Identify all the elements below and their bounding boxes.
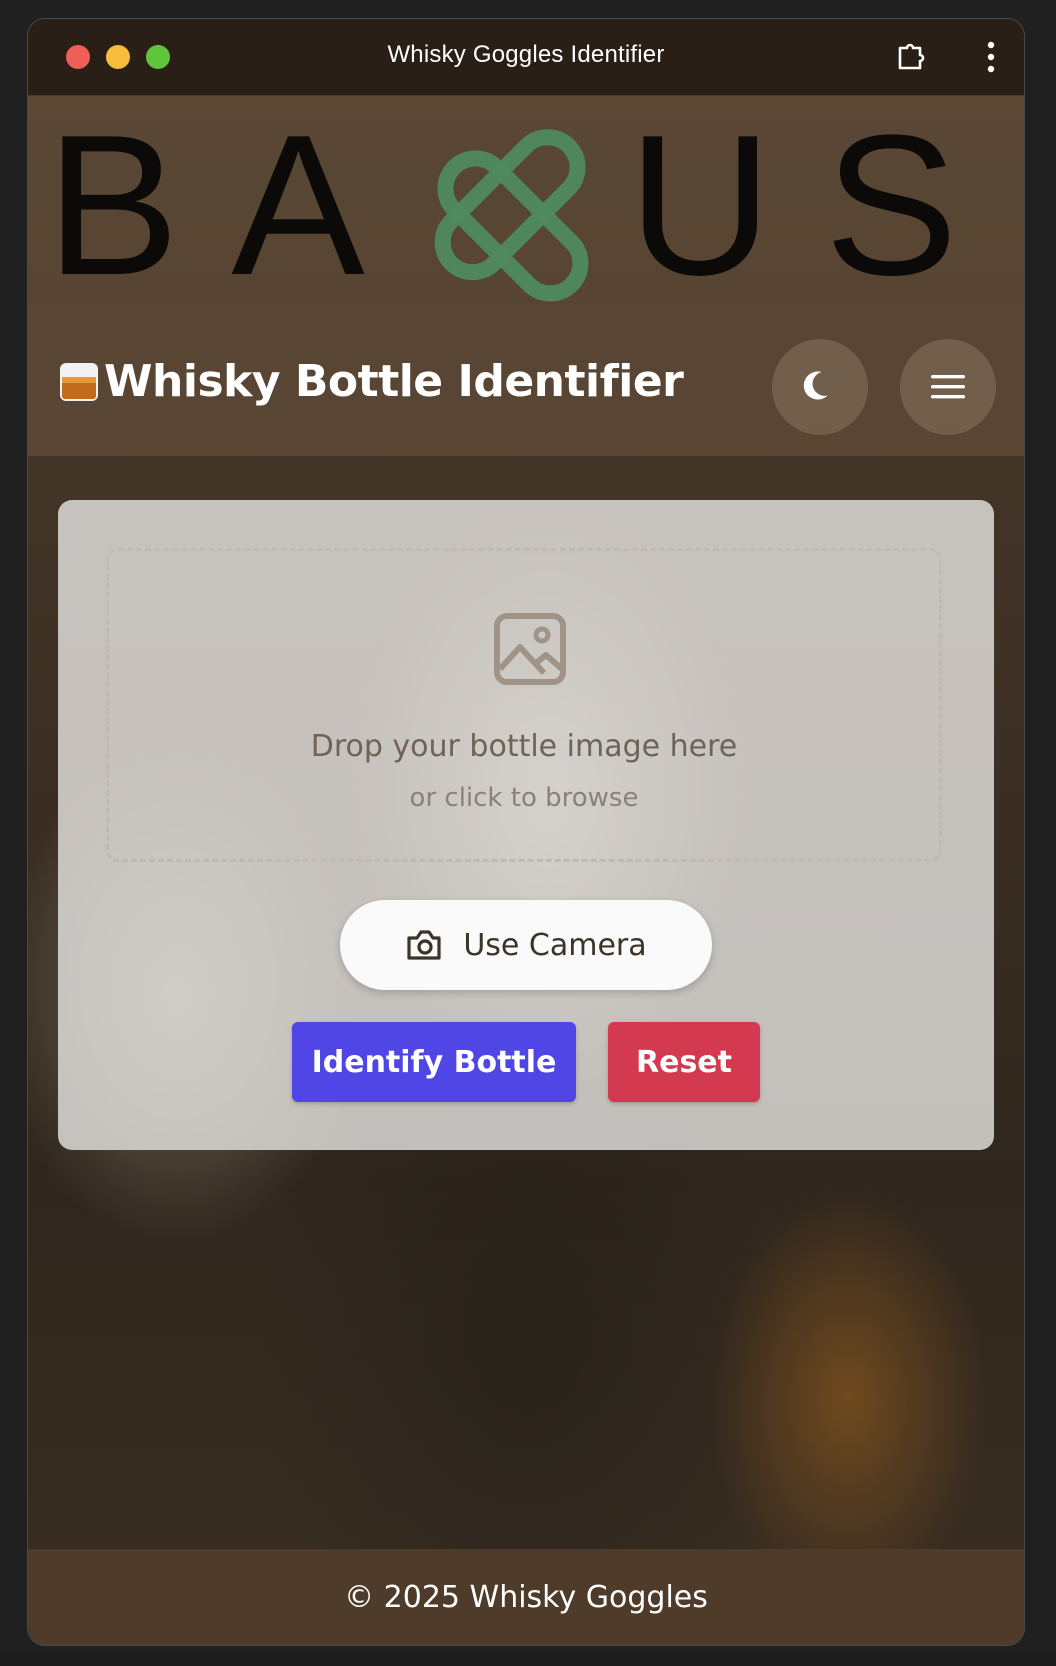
- page-background: BA US Whisky Bottle Identifier Drop your…: [28, 96, 1024, 1645]
- reset-button[interactable]: Reset: [608, 1022, 760, 1102]
- window-titlebar: Whisky Goggles Identifier: [28, 19, 1024, 96]
- dropzone-title: Drop your bottle image here: [310, 729, 738, 764]
- use-camera-button[interactable]: Use Camera: [340, 900, 712, 990]
- hamburger-menu-icon: [931, 375, 965, 399]
- upload-card: Drop your bottle image here or click to …: [58, 500, 994, 1150]
- identify-bottle-button[interactable]: Identify Bottle: [292, 1022, 576, 1102]
- logo-text-left: BA: [46, 96, 417, 306]
- extension-puzzle-icon[interactable]: [892, 39, 928, 75]
- browser-window: Whisky Goggles Identifier BA US Whisky B…: [27, 18, 1025, 1646]
- moon-icon: [803, 371, 828, 400]
- app-header: Whisky Bottle Identifier: [28, 306, 1024, 456]
- theme-toggle-button[interactable]: [772, 339, 868, 435]
- image-dropzone[interactable]: Drop your bottle image here or click to …: [106, 548, 942, 862]
- tumbler-glass-icon: [60, 362, 98, 401]
- baxus-logo: BA US: [46, 96, 1010, 306]
- dock-strip: [0, 1652, 1056, 1666]
- more-options-icon[interactable]: [986, 41, 996, 73]
- image-icon: [494, 613, 566, 685]
- window-title: Whisky Goggles Identifier: [387, 41, 665, 68]
- page-title-text: Whisky Bottle Identifier: [104, 356, 684, 407]
- dropzone-subtitle[interactable]: or click to browse: [109, 783, 939, 813]
- camera-icon: [407, 930, 441, 960]
- logo-x-mark: [434, 129, 589, 302]
- logo-banner: BA US: [28, 96, 1024, 306]
- use-camera-label: Use Camera: [463, 927, 647, 963]
- menu-button[interactable]: [900, 339, 996, 435]
- footer-copyright: © 2025 Whisky Goggles: [344, 1579, 708, 1615]
- page-footer: © 2025 Whisky Goggles: [28, 1549, 1024, 1645]
- logo-text-right: US: [628, 96, 1010, 306]
- page-title: Whisky Bottle Identifier: [56, 356, 684, 407]
